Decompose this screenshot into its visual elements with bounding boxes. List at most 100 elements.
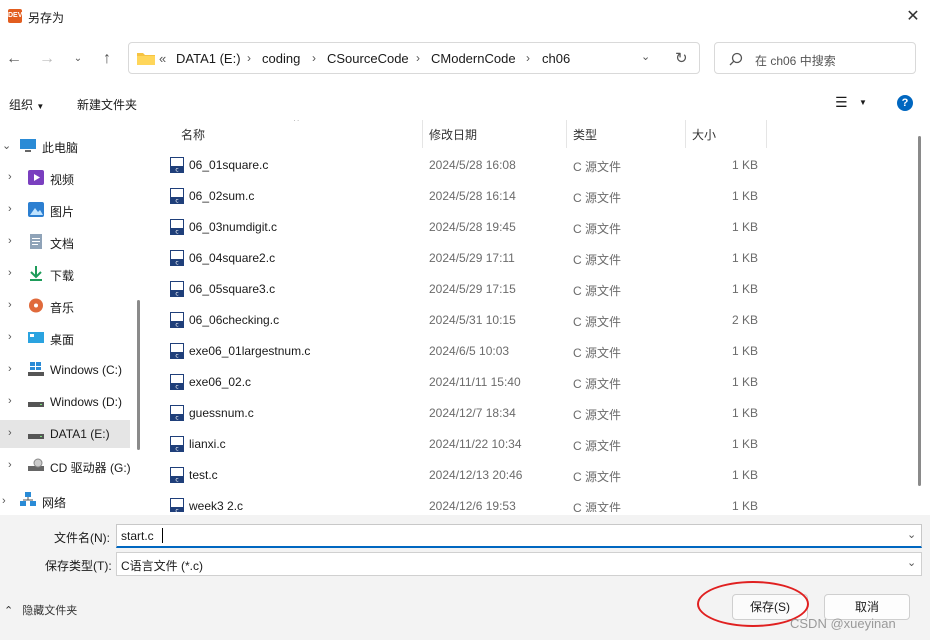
download-icon [30,266,42,281]
new-folder-button[interactable]: 新建文件夹 [77,96,137,113]
file-row[interactable]: c 06_06checking.c 2024/5/31 10:15 C 源文件 2 KB [148,305,768,336]
c-source-file-icon: c [170,374,184,390]
nav-item-downloads[interactable]: › 下载 [0,260,130,288]
file-row[interactable]: c 06_02sum.c 2024/5/28 16:14 C 源文件 1 KB [148,181,768,212]
chevron-right-icon[interactable]: › [8,203,12,215]
file-size: 2 KB [731,313,758,327]
column-header-type[interactable]: 类型 [573,126,597,143]
file-size: 1 KB [731,220,758,234]
chevron-right-icon[interactable]: › [8,267,12,279]
picture-icon [28,202,44,217]
toolbar: 组织 ▼ 新建文件夹 ☰ ▼ ? [0,88,930,118]
nav-item-drive-c[interactable]: › Windows (C:) [0,356,130,384]
nav-item-label: 此电脑 [42,141,79,155]
nav-item-cd-drive[interactable]: › CD 驱动器 (G:) [0,452,131,480]
file-row[interactable]: c exe06_01largestnum.c 2024/6/5 10:03 C 源文件… [148,336,768,367]
nav-item-music[interactable]: › 音乐 [0,292,130,320]
chevron-right-icon[interactable]: › [8,363,12,375]
file-size: 1 KB [731,375,758,389]
breadcrumb-separator-icon[interactable]: › [526,51,530,65]
file-date: 2024/5/29 17:15 [429,282,516,296]
file-type: C 源文件 [573,315,622,329]
text-cursor [162,528,163,543]
breadcrumb-item[interactable]: coding [262,51,300,66]
nav-item-videos[interactable]: › 视频 [0,164,130,192]
file-row[interactable]: c 06_05square3.c 2024/5/29 17:15 C 源文件 1 KB [148,274,768,305]
nav-item-documents[interactable]: › 文档 [0,228,130,256]
chevron-right-icon[interactable]: › [8,427,12,439]
file-row[interactable]: c 06_01square.c 2024/5/28 16:08 C 源文件 1 KB [148,150,768,181]
chevron-right-icon[interactable]: › [8,299,12,311]
file-type: C 源文件 [573,191,622,205]
breadcrumb-overflow[interactable]: « [159,51,166,66]
chevron-expanded-icon[interactable]: ⌄ [2,139,11,152]
organize-button[interactable]: 组织 ▼ [9,96,44,113]
back-button[interactable]: ← [2,47,26,71]
chevron-right-icon[interactable]: › [8,331,12,343]
filename-input[interactable]: start.c ⌄ [116,524,922,548]
svg-text:c: c [175,477,178,484]
filetype-label: 保存类型(T): [45,559,112,573]
file-date: 2024/5/28 16:14 [429,189,516,203]
breadcrumb-separator-icon[interactable]: › [416,51,420,65]
breadcrumb-item[interactable]: DATA1 (E:) [176,51,241,66]
nav-item-this-pc[interactable]: ⌄ 此电脑 [0,132,130,160]
file-row[interactable]: c week3 2.c 2024/12/6 19:53 C 源文件 1 KB [148,491,768,512]
chevron-down-icon: ⌄ [73,53,83,64]
file-row[interactable]: c test.c 2024/12/13 20:46 C 源文件 1 KB [148,460,768,491]
filename-value: start.c [121,529,154,543]
file-row[interactable]: c 06_04square2.c 2024/5/29 17:11 C 源文件 1 KB [148,243,768,274]
breadcrumb-separator-icon[interactable]: › [312,51,316,65]
svg-text:c: c [175,415,178,422]
file-row[interactable]: c lianxi.c 2024/11/22 10:34 C 源文件 1 KB [148,429,768,460]
help-icon[interactable]: ? [897,95,913,111]
file-size: 1 KB [731,468,758,482]
view-menu-icon[interactable]: ☰ [835,94,848,111]
column-divider[interactable] [685,120,686,148]
column-header-name[interactable]: 名称 [181,126,205,143]
file-row[interactable]: c guessnum.c 2024/12/7 18:34 C 源文件 1 KB [148,398,768,429]
breadcrumb-item-current[interactable]: ch06 [542,51,570,66]
address-bar[interactable]: « DATA1 (E:) › coding › CSourceCode › CM… [128,42,700,74]
chevron-down-icon[interactable]: ⌄ [907,528,916,541]
chevron-down-icon[interactable]: ⌄ [907,556,916,569]
file-list-scrollbar[interactable] [918,136,921,486]
file-size: 1 KB [731,251,758,265]
filetype-select[interactable]: C语言文件 (*.c) ⌄ [116,552,922,576]
svg-text:c: c [175,508,178,513]
chevron-right-icon[interactable]: › [8,235,12,247]
chevron-right-icon[interactable]: › [8,395,12,407]
column-header-date[interactable]: 修改日期 [429,126,477,143]
nav-item-drive-d[interactable]: › Windows (D:) [0,388,130,416]
nav-scrollbar[interactable] [137,300,140,450]
close-button[interactable]: ✕ [896,4,930,30]
recent-locations-button[interactable]: ⌄ [66,47,90,71]
file-row[interactable]: c 06_03numdigit.c 2024/5/28 19:45 C 源文件 1 KB [148,212,768,243]
caret-down-icon: ▼ [36,102,45,111]
breadcrumb-item[interactable]: CModernCode [431,51,516,66]
nav-item-drive-e-selected[interactable]: › DATA1 (E:) [0,420,130,448]
view-dropdown-icon[interactable]: ▼ [859,98,867,107]
breadcrumb-item[interactable]: CSourceCode [327,51,409,66]
refresh-icon[interactable]: ↻ [675,49,688,67]
file-name: lianxi.c [189,437,226,451]
search-box[interactable]: 在 ch06 中搜索 [714,42,916,74]
file-name: 06_06checking.c [189,313,280,327]
file-row[interactable]: c exe06_02.c 2024/11/11 15:40 C 源文件 1 KB [148,367,768,398]
chevron-right-icon[interactable]: › [8,459,12,471]
up-button[interactable]: ↑ [95,47,119,71]
forward-button[interactable]: → [35,47,59,71]
breadcrumb-separator-icon[interactable]: › [247,51,251,65]
nav-item-desktop[interactable]: › 桌面 [0,324,130,352]
file-date: 2024/12/6 19:53 [429,499,516,512]
chevron-right-icon[interactable]: › [2,495,6,507]
address-dropdown-icon[interactable]: ⌄ [641,50,650,63]
column-divider[interactable] [766,120,767,148]
nav-item-pictures[interactable]: › 图片 [0,196,130,224]
svg-text:c: c [175,260,178,267]
column-divider[interactable] [422,120,423,148]
chevron-right-icon[interactable]: › [8,171,12,183]
column-header-size[interactable]: 大小 [692,126,716,143]
hide-folders-toggle[interactable]: ⌃ 隐藏文件夹 [4,602,77,618]
column-divider[interactable] [566,120,567,148]
